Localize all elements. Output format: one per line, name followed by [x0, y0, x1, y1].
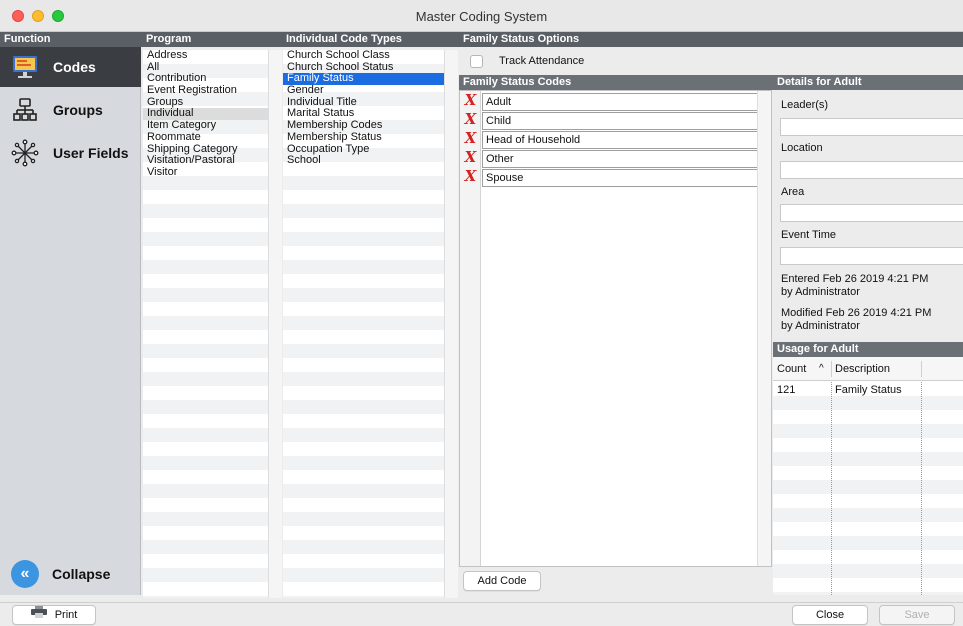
list-item[interactable]: School: [283, 154, 458, 167]
add-code-area: Add Code: [459, 567, 772, 595]
delete-x-icon[interactable]: X: [463, 92, 478, 111]
count-column-header[interactable]: Count: [777, 363, 806, 375]
code-types-header: Individual Code Types: [282, 32, 459, 47]
function-item-codes[interactable]: Codes: [0, 47, 141, 87]
function-item-label: Groups: [53, 102, 103, 118]
network-icon: [10, 138, 40, 168]
modified-by: by Administrator: [781, 320, 860, 332]
code-row: X Other: [460, 149, 758, 168]
collapse-label: Collapse: [52, 566, 111, 582]
codes-header: Family Status Codes: [459, 75, 773, 90]
description-column-header[interactable]: Description: [835, 363, 890, 375]
list-item[interactable]: Church School Class: [283, 50, 458, 62]
list-item[interactable]: Visitor: [143, 166, 282, 179]
track-attendance-row: Track Attendance: [459, 47, 963, 75]
function-item-label: Codes: [53, 59, 96, 75]
list-item[interactable]: Event Registration: [143, 84, 282, 97]
code-types-scrollbar[interactable]: [444, 50, 458, 598]
delete-x-icon[interactable]: X: [463, 130, 478, 149]
master-coding-window: Master Coding System Function Program In…: [0, 0, 963, 626]
close-button[interactable]: Close: [792, 605, 868, 625]
column-divider: [831, 382, 832, 595]
codes-panel: X Adult X Child X Head of Household X Ot…: [459, 90, 772, 567]
area-label: Area: [781, 186, 805, 198]
column-divider: [921, 361, 922, 377]
function-item-user-fields[interactable]: User Fields: [0, 133, 141, 173]
column-divider: [921, 382, 922, 595]
code-types-list[interactable]: Church School Class Church School Status…: [283, 50, 458, 598]
add-code-button[interactable]: Add Code: [463, 571, 541, 591]
modified-line: Modified Feb 26 2019 4:21 PM: [781, 307, 932, 319]
print-button[interactable]: Print: [12, 605, 96, 625]
leader-label: Leader(s): [781, 99, 829, 111]
collapse-button[interactable]: « Collapse: [0, 554, 141, 594]
codes-scrollbar[interactable]: [757, 91, 771, 566]
code-field[interactable]: Adult: [482, 93, 758, 111]
hierarchy-icon: [10, 95, 40, 125]
printer-icon: [30, 606, 47, 624]
code-field[interactable]: Child: [482, 112, 758, 130]
delete-x-icon[interactable]: X: [463, 168, 478, 187]
program-list[interactable]: Address All Contribution Event Registrat…: [143, 50, 282, 598]
usage-table-header: Count ^ Description: [773, 357, 963, 381]
usage-description-cell: Family Status: [835, 384, 902, 396]
print-label: Print: [54, 609, 78, 621]
function-item-label: User Fields: [53, 145, 129, 161]
double-chevron-left-icon: «: [11, 560, 39, 588]
details-header: Details for Adult: [773, 75, 963, 90]
function-sidebar: Codes Groups User Fields « Collapse: [0, 47, 141, 595]
footer-bar: Print Close Save: [0, 602, 963, 626]
delete-x-icon[interactable]: X: [463, 149, 478, 168]
usage-table: Count ^ Description 121 Family Status: [773, 357, 963, 595]
location-field[interactable]: [780, 161, 963, 179]
program-header: Program: [142, 32, 282, 47]
options-header: Family Status Options: [459, 32, 963, 47]
usage-count-cell: 121: [777, 384, 796, 396]
code-row: X Adult: [460, 92, 758, 111]
delete-x-icon[interactable]: X: [463, 111, 478, 130]
entered-line: Entered Feb 26 2019 4:21 PM: [781, 273, 929, 285]
code-field[interactable]: Spouse: [482, 169, 758, 187]
event-time-label: Event Time: [781, 229, 837, 241]
track-attendance-label: Track Attendance: [499, 55, 585, 67]
track-attendance-checkbox[interactable]: [470, 54, 483, 68]
area-field[interactable]: [780, 204, 963, 222]
list-item[interactable]: Roommate: [143, 131, 282, 144]
list-item[interactable]: Address: [143, 50, 282, 62]
event-time-field[interactable]: [780, 247, 963, 265]
sort-ascending-icon[interactable]: ^: [819, 363, 824, 374]
usage-header: Usage for Adult: [773, 342, 963, 357]
code-row: X Spouse: [460, 168, 758, 187]
list-item[interactable]: Gender: [283, 84, 458, 97]
function-item-groups[interactable]: Groups: [0, 90, 141, 130]
leader-field[interactable]: [780, 118, 963, 136]
program-list-scrollbar[interactable]: [268, 50, 282, 598]
title-bar: Master Coding System: [0, 0, 963, 32]
entered-by: by Administrator: [781, 286, 860, 298]
monitor-icon: [10, 52, 40, 82]
modified-info: Modified Feb 26 2019 4:21 PM by Administ…: [781, 307, 961, 333]
list-item[interactable]: Membership Status: [283, 131, 458, 144]
table-row[interactable]: 121 Family Status: [773, 382, 963, 398]
code-field[interactable]: Head of Household: [482, 131, 758, 149]
location-label: Location: [781, 142, 823, 154]
details-panel: Leader(s) Location Area Event Time Enter…: [773, 90, 963, 341]
code-row: X Child: [460, 111, 758, 130]
function-header: Function: [0, 32, 142, 47]
entered-info: Entered Feb 26 2019 4:21 PM by Administr…: [781, 273, 961, 299]
code-field[interactable]: Other: [482, 150, 758, 168]
save-button[interactable]: Save: [879, 605, 955, 625]
column-divider: [831, 361, 832, 377]
code-row: X Head of Household: [460, 130, 758, 149]
usage-table-body: 121 Family Status: [773, 382, 963, 595]
window-title: Master Coding System: [415, 9, 548, 24]
